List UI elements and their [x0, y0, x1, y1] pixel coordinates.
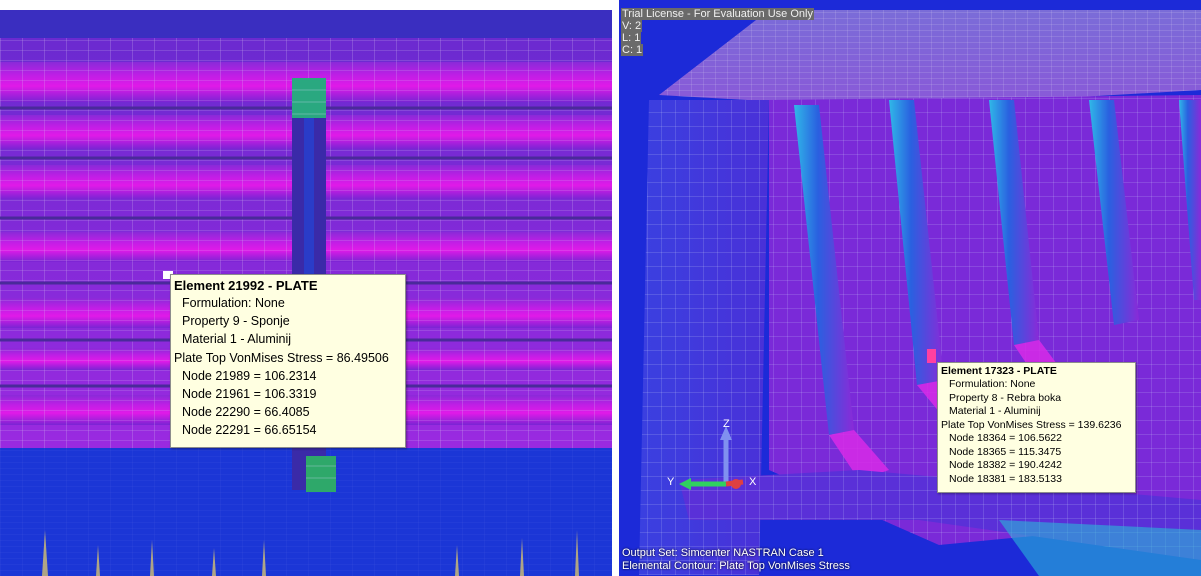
girder-top-green: [292, 78, 326, 118]
tooltip-node-4: Node 18381 = 183.5133: [949, 472, 1062, 485]
axis-z-label: Z: [723, 418, 730, 430]
tooltip-node-3: Node 22290 = 66.4085: [182, 405, 310, 420]
tooltip-node-1: Node 21989 = 106.2314: [182, 368, 317, 383]
tooltip-node-2: Node 18365 = 115.3475: [949, 445, 1062, 458]
view-count: V: 2: [621, 20, 643, 32]
axis-x-label: X: [749, 476, 757, 488]
tooltip-formulation: Formulation: None: [949, 378, 1036, 390]
tooltip-property: Property 8 - Rebra boka: [949, 391, 1062, 404]
tooltip-node-3: Node 18382 = 190.4242: [949, 459, 1062, 471]
tooltip-formulation: Formulation: None: [182, 296, 285, 310]
left-viewport[interactable]: Element 21992 - PLATE Formulation: None …: [0, 0, 612, 576]
tooltip-material: Material 1 - Aluminij: [182, 332, 292, 347]
tooltip-stress: Plate Top VonMises Stress = 86.49506: [174, 350, 389, 365]
element-info-tooltip: Element 17323 - PLATE Formulation: None …: [937, 362, 1136, 493]
status-overlay: Output Set: Simcenter NASTRAN Case 1 Ele…: [622, 547, 850, 573]
tooltip-stress: Plate Top VonMises Stress = 139.6236: [941, 418, 1122, 431]
selected-element-highlight[interactable]: [927, 349, 936, 363]
girder-bottom-green: [306, 456, 336, 492]
axis-y-label: Y: [667, 476, 675, 488]
tooltip-property: Property 9 - Sponje: [182, 314, 290, 329]
tooltip-material: Material 1 - Aluminij: [949, 405, 1041, 417]
license-text: Trial License - For Evaluation Use Only: [621, 8, 814, 20]
tooltip-node-4: Node 22291 = 66.65154: [182, 423, 317, 438]
contour-label: Elemental Contour: Plate Top VonMises St…: [622, 560, 850, 572]
output-set-label: Output Set: Simcenter NASTRAN Case 1: [622, 547, 824, 559]
group-count: C: 1: [621, 44, 644, 56]
tooltip-node-2: Node 21961 = 106.3319: [182, 387, 317, 402]
tooltip-node-1: Node 18364 = 106.5622: [949, 432, 1062, 444]
top-edge-band: [0, 10, 612, 38]
right-viewport[interactable]: Trial License - For Evaluation Use Only …: [619, 0, 1201, 576]
layer-count: L: 1: [621, 32, 642, 44]
tooltip-title: Element 21992 - PLATE: [174, 278, 318, 293]
license-banner: Trial License - For Evaluation Use Only …: [621, 8, 814, 56]
element-info-tooltip: Element 21992 - PLATE Formulation: None …: [170, 274, 406, 448]
tooltip-title: Element 17323 - PLATE: [941, 365, 1057, 377]
